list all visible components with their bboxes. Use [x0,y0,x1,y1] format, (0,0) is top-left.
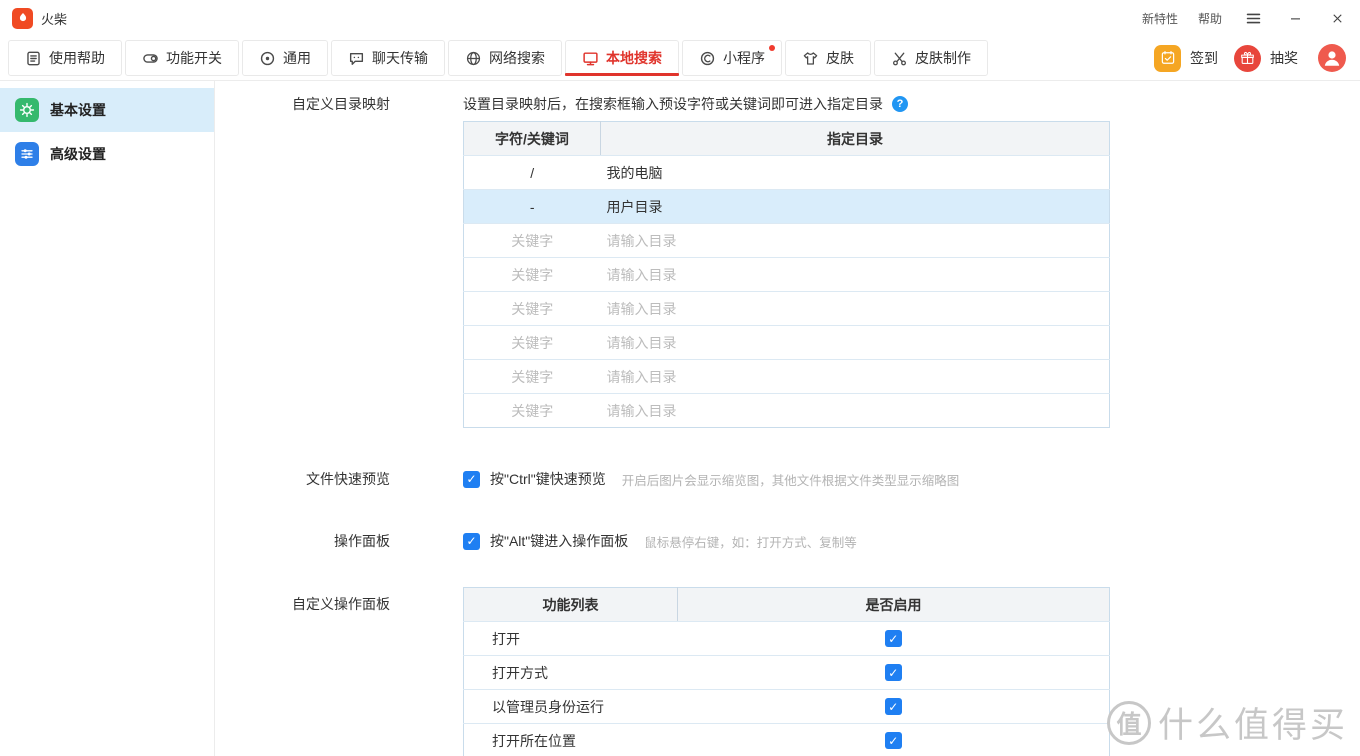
manual-icon [25,50,42,67]
local-search-icon [582,50,599,67]
general-icon [259,50,276,67]
web-search-icon [465,50,482,67]
tab-chat-transfer[interactable]: 聊天传输 [331,40,445,76]
quick-preview-note: 开启后图片会显示缩览图，其他文件根据文件类型显示缩略图 [622,470,960,489]
advanced-settings-icon [15,142,39,166]
tab-usage-help[interactable]: 使用帮助 [8,40,122,76]
custom-panel-table: 功能列表 是否启用 打开 打开方式 以管理员身份运行 [463,587,1110,756]
mapping-row-empty[interactable]: 关键字 请输入目录 [464,394,1110,428]
new-features-link[interactable]: 新特性 [1142,10,1178,27]
titlebar: 火柴 新特性 帮助 [0,0,1360,36]
mapping-row[interactable]: - 用户目录 [464,190,1110,224]
lottery-icon [1234,45,1261,72]
tab-local-search[interactable]: 本地搜索 [565,40,679,76]
keyword-input[interactable]: 关键字 [464,224,601,258]
mapping-row-empty[interactable]: 关键字 请输入目录 [464,224,1110,258]
mapping-row-empty[interactable]: 关键字 请输入目录 [464,258,1110,292]
mapping-row-empty[interactable]: 关键字 请输入目录 [464,292,1110,326]
directory-input[interactable]: 请输入目录 [601,258,1110,292]
lottery-button[interactable]: 抽奖 [1234,45,1298,72]
col-header-directory: 指定目录 [601,122,1110,156]
col-header-function-list: 功能列表 [464,588,678,622]
keyword-input[interactable]: 关键字 [464,326,601,360]
skin-icon [802,50,819,67]
directory-input[interactable]: 请输入目录 [601,394,1110,428]
mapping-row-empty[interactable]: 关键字 请输入目录 [464,326,1110,360]
mini-program-icon [699,50,716,67]
directory-input[interactable]: 请输入目录 [601,360,1110,394]
skin-maker-icon [891,50,908,67]
help-link[interactable]: 帮助 [1198,10,1222,27]
sign-in-icon [1154,45,1181,72]
mapping-row[interactable]: / 我的电脑 [464,156,1110,190]
close-button[interactable] [1326,7,1348,29]
function-row: 打开所在位置 [464,724,1110,756]
function-row: 打开方式 [464,656,1110,690]
tabbar: 使用帮助 功能开关 通用 聊天传输 网络搜索 本地搜索 [0,36,1360,81]
function-row: 打开 [464,622,1110,656]
toggle-icon [142,50,159,67]
function-name: 打开 [464,622,678,656]
directory-mapping-description: 设置目录映射后，在搜索框输入预设字符或关键词即可进入指定目录 [463,93,883,115]
action-panel-section: 操作面板 按"Alt"键进入操作面板 鼠标悬停右键，如：打开方式、复制等 [215,530,1360,552]
directory-cell[interactable]: 我的电脑 [601,156,1110,190]
menu-icon[interactable] [1242,7,1264,29]
directory-input[interactable]: 请输入目录 [601,292,1110,326]
function-row: 以管理员身份运行 [464,690,1110,724]
directory-mapping-table: 字符/关键词 指定目录 / 我的电脑 - 用户目录 关键字 请输入目录 [463,121,1110,428]
app-logo-icon [12,8,33,29]
tab-skin-maker[interactable]: 皮肤制作 [874,40,988,76]
keyword-input[interactable]: 关键字 [464,360,601,394]
app-identity: 火柴 [12,8,67,29]
function-name: 以管理员身份运行 [464,690,678,724]
directory-input[interactable]: 请输入目录 [601,326,1110,360]
notification-dot [769,45,775,51]
quick-preview-label: 文件快速预览 [215,468,390,490]
keyword-cell[interactable]: - [464,190,601,224]
action-panel-checkbox[interactable] [463,533,480,550]
keyword-input[interactable]: 关键字 [464,394,601,428]
keyword-input[interactable]: 关键字 [464,258,601,292]
custom-panel-label: 自定义操作面板 [215,587,390,756]
chat-transfer-icon [348,50,365,67]
action-panel-note: 鼠标悬停右键，如：打开方式、复制等 [644,532,857,551]
tab-general[interactable]: 通用 [242,40,328,76]
app-title: 火柴 [41,9,67,28]
quick-preview-checkbox-label: 按"Ctrl"键快速预览 [490,469,606,489]
sidebar-item-basic-settings[interactable]: 基本设置 [0,88,214,132]
sign-in-button[interactable]: 签到 [1154,45,1218,72]
minimize-button[interactable] [1284,7,1306,29]
action-panel-label: 操作面板 [215,530,390,552]
enable-checkbox[interactable] [885,630,902,647]
col-header-keyword: 字符/关键词 [464,122,601,156]
enable-checkbox[interactable] [885,698,902,715]
tab-skin[interactable]: 皮肤 [785,40,871,76]
help-icon[interactable] [892,96,908,112]
function-name: 打开所在位置 [464,724,678,756]
quick-preview-checkbox[interactable] [463,471,480,488]
col-header-enabled: 是否启用 [678,588,1110,622]
enable-checkbox[interactable] [885,732,902,749]
keyword-cell[interactable]: / [464,156,601,190]
custom-panel-section: 自定义操作面板 功能列表 是否启用 打开 打开方式 [215,587,1360,756]
settings-sidebar: 基本设置 高级设置 [0,81,215,756]
enable-checkbox[interactable] [885,664,902,681]
settings-content: 自定义目录映射 设置目录映射后，在搜索框输入预设字符或关键词即可进入指定目录 字… [215,81,1360,756]
tab-web-search[interactable]: 网络搜索 [448,40,562,76]
action-panel-checkbox-label: 按"Alt"键进入操作面板 [490,531,628,551]
tab-feature-toggles[interactable]: 功能开关 [125,40,239,76]
directory-input[interactable]: 请输入目录 [601,224,1110,258]
tab-mini-program[interactable]: 小程序 [682,40,782,76]
basic-settings-icon [15,98,39,122]
directory-cell[interactable]: 用户目录 [601,190,1110,224]
sidebar-item-advanced-settings[interactable]: 高级设置 [0,132,214,176]
directory-mapping-label: 自定义目录映射 [215,93,390,428]
quick-preview-section: 文件快速预览 按"Ctrl"键快速预览 开启后图片会显示缩览图，其他文件根据文件… [215,468,1360,490]
function-name: 打开方式 [464,656,678,690]
directory-mapping-section: 自定义目录映射 设置目录映射后，在搜索框输入预设字符或关键词即可进入指定目录 字… [215,93,1360,428]
user-avatar[interactable] [1318,44,1346,72]
mapping-row-empty[interactable]: 关键字 请输入目录 [464,360,1110,394]
keyword-input[interactable]: 关键字 [464,292,601,326]
